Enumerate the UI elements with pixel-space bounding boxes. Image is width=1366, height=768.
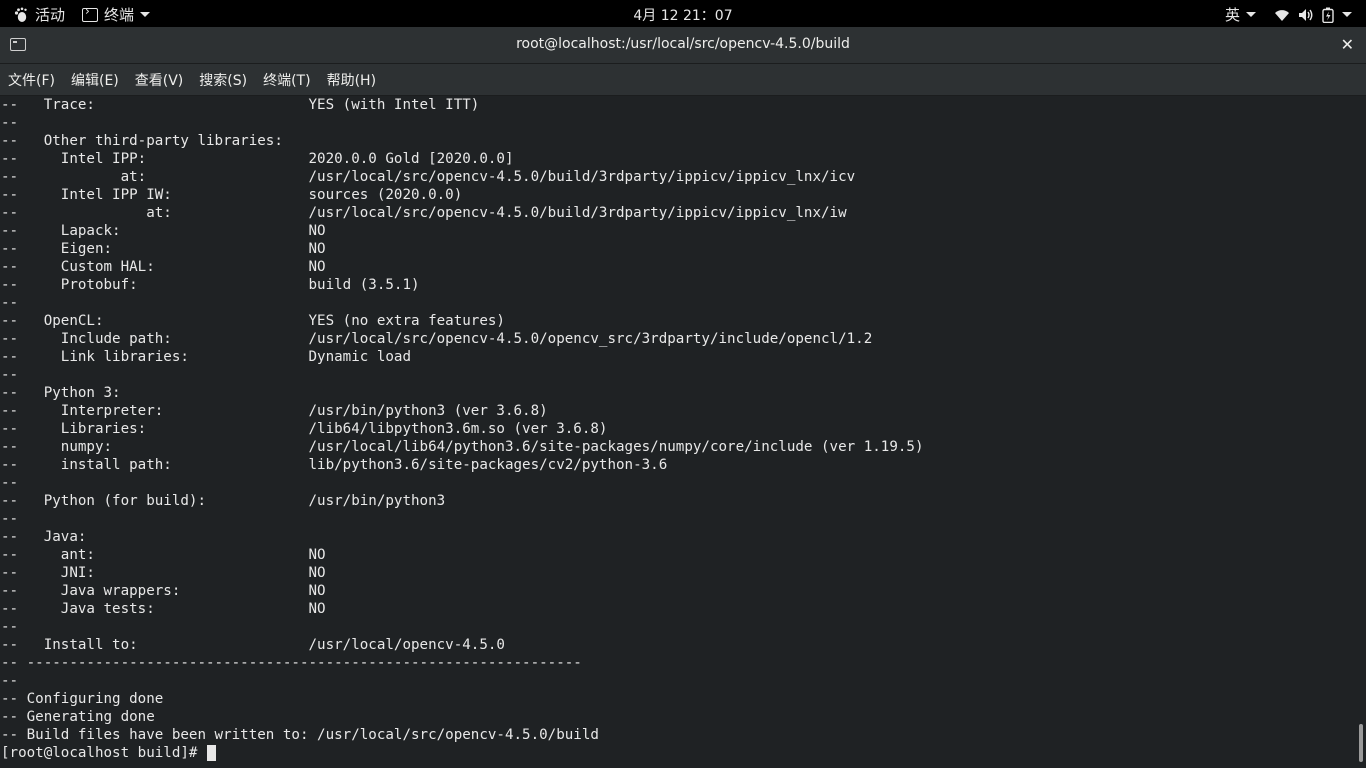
- terminal-line: -- Install to: /usr/local/opencv-4.5.0: [1, 637, 505, 653]
- terminal-line: -- Intel IPP: 2020.0.0 Gold [2020.0.0]: [1, 151, 514, 167]
- terminal-line: --: [1, 295, 19, 311]
- wifi-icon[interactable]: [1274, 8, 1290, 22]
- terminal-line: -- Interpreter: /usr/bin/python3 (ver 3.…: [1, 403, 548, 419]
- scrollbar-thumb[interactable]: [1359, 724, 1363, 762]
- terminal-line: --: [1, 475, 19, 491]
- terminal-line: -- -------------------------------------…: [1, 655, 582, 671]
- close-button[interactable]: ✕: [1341, 35, 1354, 54]
- terminal-line: -- at: /usr/local/src/opencv-4.5.0/build…: [1, 205, 847, 221]
- terminal-line: -- Python 3:: [1, 385, 121, 401]
- window-titlebar[interactable]: root@localhost:/usr/local/src/opencv-4.5…: [0, 27, 1366, 64]
- terminal-line: -- Java:: [1, 529, 87, 545]
- text-cursor: [207, 745, 216, 761]
- menu-bar: 文件(F) 编辑(E) 查看(V) 搜索(S) 终端(T) 帮助(H): [0, 64, 1366, 96]
- terminal-line: -- Protobuf: build (3.5.1): [1, 277, 420, 293]
- menu-help[interactable]: 帮助(H): [319, 70, 384, 90]
- terminal-line: -- Include path: /usr/local/src/opencv-4…: [1, 331, 873, 347]
- input-method-label: 英: [1224, 6, 1240, 24]
- terminal-line: -- ant: NO: [1, 547, 326, 563]
- terminal-line: --: [1, 115, 19, 131]
- terminal-line: -- Intel IPP IW: sources (2020.0.0): [1, 187, 463, 203]
- clock-label[interactable]: 4月 12 21：07: [633, 8, 732, 24]
- menu-edit[interactable]: 编辑(E): [63, 70, 127, 90]
- gnome-top-bar: 活动 终端 4月 12 21：07 英: [0, 0, 1366, 27]
- terminal-line: -- Configuring done: [1, 691, 164, 707]
- menu-file[interactable]: 文件(F): [0, 70, 63, 90]
- terminal-line: -- JNI: NO: [1, 565, 326, 581]
- terminal-line: --: [1, 619, 19, 635]
- menu-terminal[interactable]: 终端(T): [255, 70, 318, 90]
- terminal-line: -- install path: lib/python3.6/site-pack…: [1, 457, 668, 473]
- terminal-line: -- Trace: YES (with Intel ITT): [1, 97, 480, 113]
- terminal-line: -- at: /usr/local/src/opencv-4.5.0/build…: [1, 169, 856, 185]
- terminal-line: -- Java tests: NO: [1, 601, 326, 617]
- terminal-line: -- Other third-party libraries:: [1, 133, 283, 149]
- volume-icon[interactable]: [1298, 8, 1314, 22]
- terminal-line: --: [1, 673, 19, 689]
- input-method-menu[interactable]: 英: [1225, 4, 1256, 25]
- shell-prompt-line[interactable]: [root@localhost build]#: [0, 744, 1356, 762]
- terminal-output[interactable]: -- Trace: YES (with Intel ITT) -- -- Oth…: [0, 96, 1356, 768]
- terminal-line: -- Libraries: /lib64/libpython3.6m.so (v…: [1, 421, 608, 437]
- shell-prompt: [root@localhost build]#: [1, 745, 206, 761]
- terminal-line: -- Eigen: NO: [1, 241, 326, 257]
- terminal-line: -- numpy: /usr/local/lib64/python3.6/sit…: [1, 439, 924, 455]
- window-title: root@localhost:/usr/local/src/opencv-4.5…: [516, 36, 850, 52]
- terminal-line: -- Build files have been written to: /us…: [1, 727, 599, 743]
- terminal-line: -- Lapack: NO: [1, 223, 326, 239]
- menu-search[interactable]: 搜索(S): [191, 70, 255, 90]
- system-tray: 英: [1225, 4, 1352, 25]
- terminal-line: --: [1, 367, 19, 383]
- terminal-line: -- OpenCL: YES (no extra features): [1, 313, 505, 329]
- terminal-scrollbar[interactable]: [1356, 96, 1366, 768]
- clock: 4月 12 21：07: [0, 5, 1366, 25]
- terminal-line: -- Java wrappers: NO: [1, 583, 326, 599]
- terminal-line: -- Python (for build): /usr/bin/python3: [1, 493, 446, 509]
- battery-charging-icon[interactable]: [1322, 7, 1334, 23]
- system-menu-chevron-icon[interactable]: [1342, 12, 1352, 17]
- terminal-line: -- Link libraries: Dynamic load: [1, 349, 411, 365]
- terminal-line: --: [1, 511, 19, 527]
- terminal-line: -- Generating done: [1, 709, 155, 725]
- menu-view[interactable]: 查看(V): [127, 70, 192, 90]
- terminal-line: -- Custom HAL: NO: [1, 259, 326, 275]
- chevron-down-icon: [1246, 12, 1256, 17]
